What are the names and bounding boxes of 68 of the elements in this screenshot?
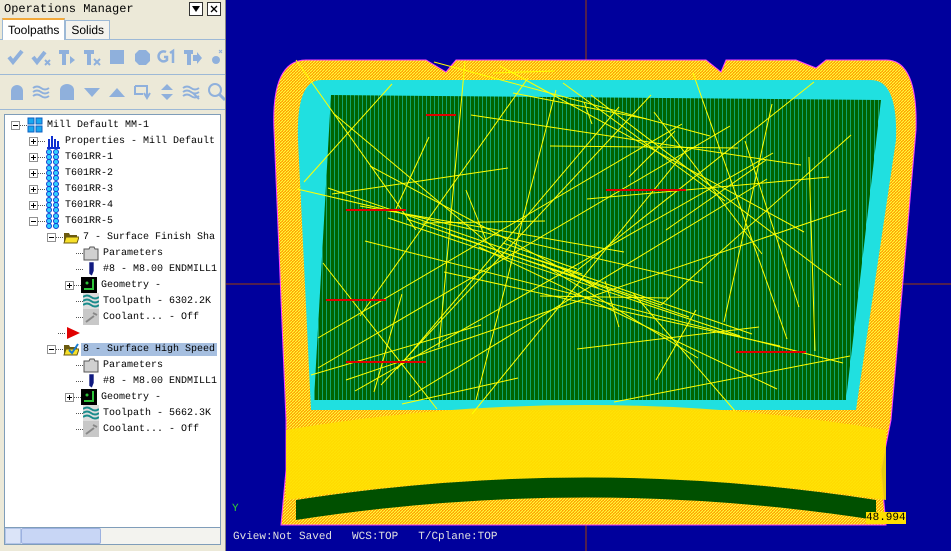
collapse-toggle[interactable]: [47, 344, 56, 354]
tree-item[interactable]: Toolpath - 6302.2K: [101, 294, 214, 308]
expand-toggle[interactable]: [65, 392, 74, 402]
tree-item[interactable]: T601RR-2: [63, 166, 116, 180]
plus-icon: [30, 138, 37, 144]
tree-item[interactable]: T601RR-4: [63, 198, 116, 212]
close-button[interactable]: [207, 2, 221, 16]
tree-item[interactable]: T601RR-1: [63, 150, 116, 164]
dimension-text: 48.994: [866, 512, 906, 524]
nozzle-icon: [83, 309, 99, 325]
collapse-toggle[interactable]: [11, 120, 20, 130]
plus-icon: [66, 282, 73, 288]
tree-item[interactable]: Geometry -: [99, 390, 164, 404]
circles-icon: [45, 165, 61, 181]
tree-item[interactable]: Geometry -: [99, 278, 164, 292]
wave-icon: [83, 405, 99, 421]
expand-toggle[interactable]: [29, 152, 38, 162]
collapse-toggle[interactable]: [47, 232, 56, 242]
circles-icon: [45, 213, 61, 229]
status-text: Gview:Not Saved: [233, 531, 332, 543]
caret-icon: [192, 6, 200, 12]
tree-item[interactable]: 7 - Surface Finish Sha: [81, 230, 218, 244]
magnifier-icon: [206, 81, 225, 103]
close-icon: [210, 4, 218, 12]
collapse-toggle[interactable]: [29, 216, 38, 226]
tree-item[interactable]: Mill Default MM-1: [45, 118, 152, 132]
status-text: T/Cplane:TOP: [418, 531, 498, 543]
plus-icon: [30, 154, 37, 160]
grid-icon: [27, 117, 43, 133]
toolbar-button[interactable]: [206, 81, 225, 103]
tree-item[interactable]: T601RR-3: [63, 182, 116, 196]
expand-toggle[interactable]: [29, 200, 38, 210]
tree-item[interactable]: Properties - Mill Default: [63, 134, 218, 148]
tree-item[interactable]: Coolant... - Off: [101, 310, 202, 324]
wave-icon: [83, 293, 99, 309]
expand-toggle[interactable]: [29, 136, 38, 146]
axis-label: Y: [232, 503, 239, 515]
circles-icon: [45, 149, 61, 165]
tree-item[interactable]: T601RR-5: [63, 214, 116, 228]
checked-folder-icon: [63, 341, 79, 357]
tab[interactable]: Solids: [65, 20, 110, 39]
geometry-icon: [81, 277, 97, 293]
tree-item[interactable]: Parameters: [101, 246, 166, 260]
expand-toggle[interactable]: [29, 168, 38, 178]
bar-chart-icon: [45, 133, 61, 149]
insert-arrow-icon: [65, 326, 81, 340]
geometry-icon: [81, 389, 97, 405]
horizontal-scrollbar[interactable]: [4, 528, 221, 545]
tree-item[interactable]: #8 - M8.00 ENDMILL1: [101, 374, 220, 388]
graphics-viewport[interactable]: Y 48.994 Gview:Not Saved WCS:TOP T/Cplane:TOP: [226, 0, 951, 551]
expand-toggle[interactable]: [65, 280, 74, 290]
tree-item[interactable]: Toolpath - 5662.3K: [101, 406, 214, 420]
tree-item[interactable]: Parameters: [101, 358, 166, 372]
plus-icon: [30, 170, 37, 176]
tree-item[interactable]: Coolant... - Off: [101, 422, 202, 436]
plus-icon: [30, 186, 37, 192]
expand-toggle[interactable]: [29, 184, 38, 194]
status-text: WCS:TOP: [352, 531, 398, 543]
menu-button[interactable]: [189, 2, 203, 16]
nozzle-icon: [83, 421, 99, 437]
tree-item[interactable]: 8 - Surface High Speed: [81, 342, 218, 356]
tab[interactable]: Toolpaths: [2, 18, 66, 40]
plus-icon: [30, 202, 37, 208]
plus-icon: [66, 394, 73, 400]
circles-icon: [45, 197, 61, 213]
tree-item[interactable]: #8 - M8.00 ENDMILL1: [101, 262, 220, 276]
panel-title: Operations Manager: [4, 2, 135, 16]
circles-icon: [45, 181, 61, 197]
